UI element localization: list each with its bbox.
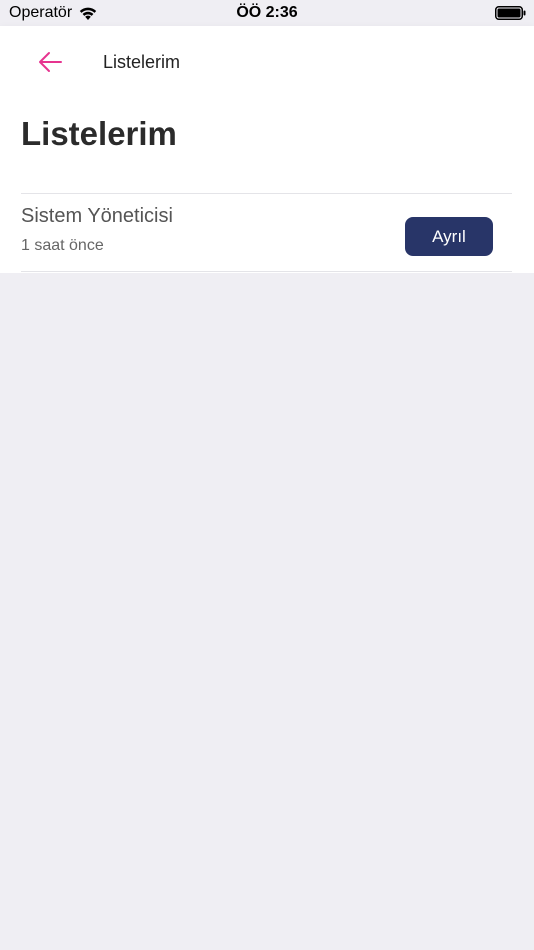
arrow-left-icon xyxy=(39,52,62,72)
list-time: 1 saat önce xyxy=(21,237,104,254)
nav-title: Listelerim xyxy=(103,52,181,72)
navigation-bar: Listelerim xyxy=(0,26,534,98)
lists-section: Listelerim Sistem Yöneticisi 1 saat önce… xyxy=(0,98,534,273)
leave-button[interactable]: Ayrıl xyxy=(405,217,493,256)
back-button[interactable] xyxy=(30,44,70,80)
divider xyxy=(21,271,512,272)
list-item: Sistem Yöneticisi 1 saat önce Ayrıl xyxy=(21,194,512,271)
battery-icon xyxy=(495,6,526,20)
status-time: ÖÖ 2:36 xyxy=(236,4,298,21)
list-name: Sistem Yöneticisi xyxy=(21,205,173,227)
page-title: Listelerim xyxy=(21,115,177,152)
status-bar: Operatör ÖÖ 2:36 xyxy=(0,0,534,26)
